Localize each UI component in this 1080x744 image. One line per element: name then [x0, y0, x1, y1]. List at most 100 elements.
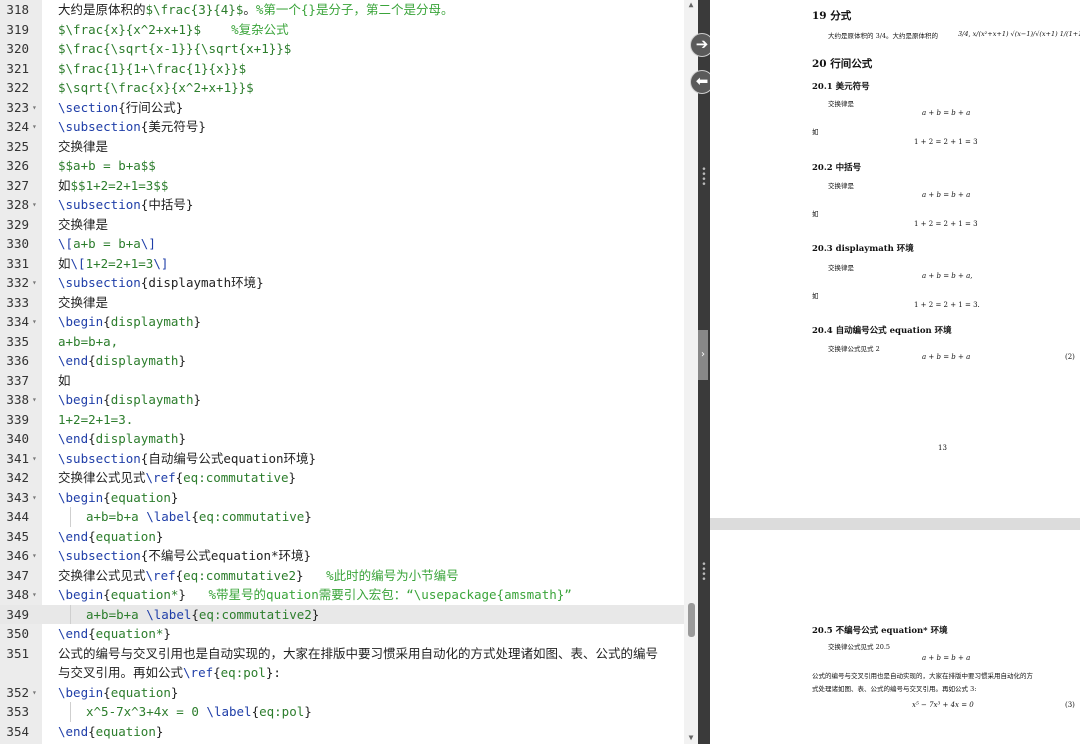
code-line[interactable]: 323 ▾ \section{行间公式}	[0, 98, 684, 118]
line-number: 349	[6, 606, 29, 622]
code-token: \]	[140, 236, 156, 251]
code-token: eq:commutative2	[198, 606, 312, 622]
code-line[interactable]: 319 $\frac{x}{x^2+x+1}$ %复杂公式	[0, 20, 684, 40]
subsection-20-3-ru: 如	[812, 292, 819, 300]
code-line[interactable]: 351 公式的编号与交叉引用也是自动实现的，大家在排版中要习惯采用自动化的方式处理…	[0, 644, 684, 664]
code-line[interactable]: 342 交换律公式见式\ref{eq:commutative}	[0, 468, 684, 488]
line-number: 324	[6, 119, 29, 134]
code-line[interactable]: 326 $$a+b = b+a$$	[0, 156, 684, 176]
fold-toggle-icon[interactable]: ▾	[32, 390, 37, 410]
code-line[interactable]: 328 ▾ \subsection{中括号}	[0, 195, 684, 215]
line-number: 341	[6, 450, 29, 466]
code-line[interactable]: 341 ▾ \subsection{自动编号公式equation环境}	[0, 449, 684, 469]
line-number: 352	[6, 684, 29, 700]
code-line[interactable]: 349 a+b=b+a \label{eq:commutative2}	[0, 604, 684, 624]
fold-toggle-icon[interactable]: ▾	[32, 312, 37, 332]
code-line[interactable]: 329 交换律是	[0, 215, 684, 235]
subsection-20-2-ru: 如	[812, 210, 819, 218]
drag-handle-dots-top[interactable]: • • • •	[701, 166, 707, 190]
collapse-pane-handle[interactable]: ›	[698, 330, 708, 380]
code-line[interactable]: 324 ▾ \subsection{美元符号}	[0, 117, 684, 137]
code-token: equation	[95, 723, 156, 739]
code-text: 1+2=2+1=3.	[58, 410, 133, 430]
code-token: }	[155, 528, 164, 544]
code-line[interactable]: 354 \end{equation}	[0, 722, 684, 742]
code-line[interactable]: 338 ▾ \begin{displaymath}	[0, 390, 684, 410]
code-line[interactable]: 336 \end{displaymath}	[0, 351, 684, 371]
fold-toggle-icon[interactable]: ▾	[32, 546, 37, 566]
code-token: $\frac{\sqrt{x-1}}{\sqrt{x+1}}$	[58, 41, 292, 56]
drag-handle-dots-bottom[interactable]: • • • •	[701, 561, 707, 585]
scroll-up-arrow[interactable]: ▲	[685, 0, 697, 9]
paragraph-line-2: 式处理诸如图、表、公式的编号与交叉引用。再如公式 3:	[812, 685, 977, 693]
fold-toggle-icon[interactable]: ▾	[32, 683, 37, 703]
code-line[interactable]: 335 a+b=b+a,	[0, 332, 684, 352]
code-token: \end	[58, 353, 89, 368]
code-text: \end{equation*}	[58, 624, 171, 644]
code-token: \end	[58, 431, 89, 446]
code-line[interactable]: 330 \[a+b = b+a\]	[0, 234, 684, 254]
code-token: }	[170, 489, 179, 505]
code-line[interactable]: 345 \end{equation}	[0, 527, 684, 547]
code-token: }	[170, 684, 179, 700]
equation-20-3-a: a + b = b + a,	[922, 272, 973, 280]
code-line[interactable]: 325 交换律是	[0, 137, 684, 157]
fold-toggle-icon[interactable]: ▾	[32, 117, 37, 137]
code-token: \ref	[145, 470, 176, 485]
code-line[interactable]: 352 ▾ \begin{equation}	[0, 683, 684, 703]
fold-toggle-icon[interactable]: ▾	[32, 488, 37, 508]
fold-toggle-icon[interactable]: ▾	[32, 585, 37, 605]
code-line[interactable]: 320 $\frac{\sqrt{x-1}}{\sqrt{x+1}}$	[0, 39, 684, 59]
code-line[interactable]: 340 \end{displaymath}	[0, 429, 684, 449]
code-line[interactable]: 321 $\frac{1}{1+\frac{1}{x}}$	[0, 59, 684, 79]
code-line[interactable]: 347 交换律公式见式\ref{eq:commutative2} %此时的编号为小…	[0, 566, 684, 586]
code-line[interactable]: 332 ▾ \subsection{displaymath环境}	[0, 273, 684, 293]
code-line[interactable]: 318 大约是原体积的$\frac{3}{4}$。%第一个{}是分子，第二个是分母…	[0, 0, 684, 20]
code-line[interactable]: 344 a+b=b+a \label{eq:commutative}	[0, 507, 684, 527]
code-editor[interactable]: 318 大约是原体积的$\frac{3}{4}$。%第一个{}是分子，第二个是分母…	[0, 0, 698, 744]
line-number: 348	[6, 587, 29, 602]
line-number: 320	[6, 41, 29, 56]
code-area[interactable]: 318 大约是原体积的$\frac{3}{4}$。%第一个{}是分子，第二个是分母…	[0, 0, 684, 744]
code-token: {	[251, 704, 260, 719]
code-token: \label	[146, 509, 192, 524]
section-19-fractions: 3/4, x/(x²+x+1) √(x−1)/√(x+1) 1/(1+1/x) …	[958, 30, 1080, 38]
line-number: 338	[6, 392, 29, 407]
code-token: eq:pol	[259, 704, 305, 719]
scroll-down-arrow[interactable]: ▼	[685, 733, 697, 742]
code-text: \section{行间公式}	[58, 98, 183, 118]
code-token: $\frac{1}{1+\frac{1}{x}}$	[58, 60, 247, 76]
fold-toggle-icon[interactable]: ▾	[32, 273, 37, 293]
pdf-preview[interactable]: 19 分式 大约是原体积的 3/4。大约是原体积的 3/4, x/(x²+x+1…	[710, 0, 1080, 744]
code-token: eq:pol	[220, 665, 266, 680]
code-line[interactable]: 322 $\sqrt{\frac{x}{x^2+x+1}}$	[0, 78, 684, 98]
code-token: }	[155, 723, 164, 739]
code-line[interactable]: 337 如	[0, 371, 684, 391]
equation-20-1-a: a + b = b + a	[922, 109, 971, 117]
pdf-page-14: 20.5 不编号公式 equation* 环境 交换律公式见式 20.5 a +…	[710, 530, 1080, 744]
fold-toggle-icon[interactable]: ▾	[32, 449, 37, 469]
code-line[interactable]: 343 ▾ \begin{equation}	[0, 488, 684, 508]
code-line[interactable]: 334 ▾ \begin{displaymath}	[0, 312, 684, 332]
code-line[interactable]: 339 1+2=2+1=3.	[0, 410, 684, 430]
fold-toggle-icon[interactable]: ▾	[32, 98, 37, 118]
code-token: {	[191, 509, 199, 524]
fold-toggle-icon[interactable]: ▾	[32, 195, 37, 215]
line-number: 323	[6, 99, 29, 115]
code-token: \subsection	[58, 197, 141, 212]
code-token: %复杂公式	[231, 21, 289, 37]
code-token: {	[103, 587, 111, 602]
code-line[interactable]: 331 如\[1+2=2+1=3\]	[0, 254, 684, 274]
code-token: $\frac{x}{x^2+x+1}$	[58, 21, 232, 37]
code-line[interactable]: 350 \end{equation*}	[0, 624, 684, 644]
code-token: \begin	[58, 684, 104, 700]
code-line[interactable]: 与交叉引用。再如公式\ref{eq:pol}:	[0, 663, 684, 683]
code-line[interactable]: 333 交换律是	[0, 293, 684, 313]
code-line[interactable]: 353 x^5-7x^3+4x = 0 \label{eq:pol}	[0, 702, 684, 722]
editor-scroll-thumb[interactable]	[688, 603, 695, 637]
code-line[interactable]: 327 如$$1+2=2+1=3$$	[0, 176, 684, 196]
line-number: 318	[6, 2, 29, 17]
code-line[interactable]: 346 ▾ \subsection{不编号公式equation*环境}	[0, 546, 684, 566]
section-19-text: 大约是原体积的 3/4。大约是原体积的	[828, 32, 939, 40]
code-line[interactable]: 348 ▾ \begin{equation*} %带星号的quation需要引入宏包…	[0, 585, 684, 605]
